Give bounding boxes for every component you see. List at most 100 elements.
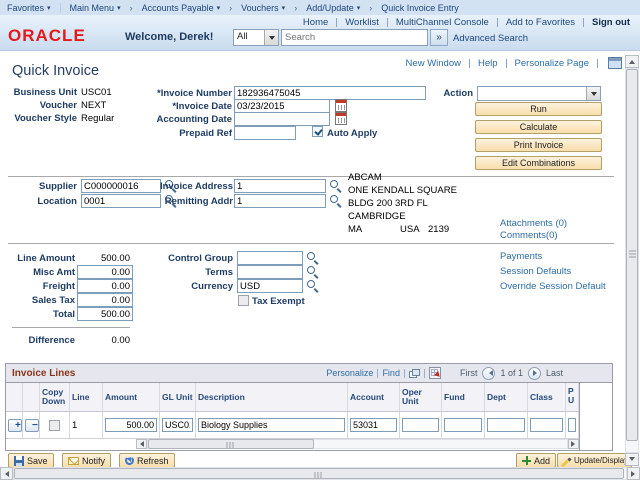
search-input[interactable]: [281, 29, 428, 46]
session-defaults-link[interactable]: Session Defaults: [500, 266, 571, 277]
amount-input[interactable]: [105, 418, 157, 432]
lookup-icon[interactable]: [306, 265, 319, 278]
view-all-icon[interactable]: [409, 369, 420, 378]
clipped-input[interactable]: [568, 418, 576, 432]
override-session-default-link[interactable]: Override Session Default: [500, 281, 606, 292]
multichannel-console-link[interactable]: MultiChannel Console: [396, 17, 489, 28]
lookup-icon[interactable]: [329, 179, 342, 192]
download-to-excel-icon[interactable]: [429, 367, 441, 379]
personalize-layout-icon[interactable]: [608, 57, 622, 69]
class-input[interactable]: [530, 418, 563, 432]
sales-tax-input[interactable]: [77, 293, 133, 307]
accounting-date-input[interactable]: [234, 112, 330, 126]
scroll-right-button[interactable]: [568, 439, 579, 449]
previous-page-icon[interactable]: [482, 367, 495, 380]
calculate-button[interactable]: Calculate: [475, 120, 602, 134]
section-divider: [8, 243, 614, 244]
edit-combinations-button[interactable]: Edit Combinations: [475, 156, 602, 170]
lookup-icon[interactable]: [306, 251, 319, 264]
search-scope-select[interactable]: All: [233, 29, 279, 46]
scroll-down-button[interactable]: [625, 453, 639, 466]
advanced-search-link[interactable]: Advanced Search: [453, 33, 528, 44]
notify-button[interactable]: Notify: [62, 453, 111, 468]
utility-links: Home Worklist MultiChannel Console Add t…: [303, 17, 630, 28]
pagination-count: 1 of 1: [500, 368, 523, 378]
pagination-first: First: [460, 368, 478, 378]
misc-amt-input[interactable]: [77, 265, 133, 279]
supplier-address-postal: 2139: [428, 224, 449, 235]
payments-link[interactable]: Payments: [500, 251, 542, 262]
run-button[interactable]: Run: [475, 102, 602, 116]
scroll-left-button[interactable]: [136, 439, 147, 449]
home-link[interactable]: Home: [303, 17, 328, 28]
remitting-addr-input[interactable]: [234, 194, 326, 208]
invoice-date-input[interactable]: [234, 99, 330, 113]
chevron-down-icon[interactable]: [264, 30, 278, 45]
action-select[interactable]: [477, 86, 601, 101]
lookup-icon[interactable]: [306, 279, 319, 292]
find-link[interactable]: Find: [382, 368, 400, 378]
gl-unit-input[interactable]: [162, 418, 193, 432]
sign-out-link[interactable]: Sign out: [592, 17, 630, 28]
calendar-icon[interactable]: [335, 112, 347, 125]
worklist-link[interactable]: Worklist: [345, 17, 379, 28]
difference-label: Difference: [15, 335, 75, 346]
scroll-left-button[interactable]: [0, 467, 13, 480]
column-header-gl-unit: GL Unit: [160, 383, 196, 411]
search-go-button[interactable]: »: [430, 29, 448, 46]
vertical-scrollbar-thumb[interactable]: [626, 69, 638, 441]
dept-input[interactable]: [487, 418, 525, 432]
prepaid-ref-input[interactable]: [234, 126, 296, 140]
new-window-link[interactable]: New Window: [406, 58, 461, 69]
invoice-address-input[interactable]: [234, 179, 326, 193]
divider: [12, 327, 130, 328]
terms-input[interactable]: [237, 265, 303, 279]
attachments-link[interactable]: Attachments (0): [500, 218, 567, 229]
chevron-down-icon: ▾: [117, 4, 121, 12]
currency-input[interactable]: [237, 279, 303, 293]
control-group-input[interactable]: [237, 251, 303, 265]
breadcrumb-add-update[interactable]: Add/Update ▾: [299, 3, 367, 13]
breadcrumb-vouchers[interactable]: Vouchers ▾: [234, 3, 292, 13]
add-to-favorites-link[interactable]: Add to Favorites: [506, 17, 575, 28]
tax-exempt-checkbox[interactable]: [238, 295, 249, 306]
calendar-icon[interactable]: [335, 99, 347, 112]
divider: [597, 59, 598, 68]
next-page-icon[interactable]: [528, 367, 541, 380]
welcome-text: Welcome, Derek!: [125, 31, 213, 43]
save-button[interactable]: Save: [8, 453, 54, 468]
breadcrumb-accounts-payable[interactable]: Accounts Payable ▾: [135, 3, 228, 13]
oper-unit-input[interactable]: [402, 418, 439, 432]
breadcrumb-main-menu[interactable]: Main Menu ▾: [63, 3, 128, 13]
chevron-down-icon[interactable]: [586, 87, 600, 100]
total-input[interactable]: [77, 307, 133, 321]
freight-input[interactable]: [77, 279, 133, 293]
comments-link[interactable]: Comments(0): [500, 230, 558, 241]
breadcrumb-label: Main Menu: [70, 3, 115, 13]
auto-apply-checkbox[interactable]: [312, 126, 323, 137]
print-invoice-button[interactable]: Print Invoice: [475, 138, 602, 152]
horizontal-scrollbar-thumb[interactable]: [14, 468, 624, 479]
account-input[interactable]: [350, 418, 397, 432]
row-cell: [40, 412, 70, 438]
breadcrumb-favorites-menu[interactable]: Favorites ▾: [0, 3, 58, 13]
add-button[interactable]: Add: [516, 453, 556, 468]
sales-tax-label: Sales Tax: [0, 295, 75, 306]
difference-value: 0.00: [70, 335, 130, 346]
grid-horizontal-scrollbar[interactable]: [6, 438, 579, 450]
scroll-right-button[interactable]: [627, 467, 640, 480]
personalize-link[interactable]: Personalize: [326, 368, 373, 378]
invoice-number-input[interactable]: [234, 86, 426, 100]
refresh-button[interactable]: Refresh: [119, 453, 175, 468]
copy-down-checkbox[interactable]: [49, 420, 60, 431]
help-link[interactable]: Help: [478, 58, 498, 69]
scrollbar-thumb[interactable]: [148, 439, 314, 449]
update-display-button[interactable]: Update/Display: [557, 453, 632, 468]
personalize-page-link[interactable]: Personalize Page: [515, 58, 589, 69]
scroll-up-button[interactable]: [625, 55, 639, 68]
delete-row-button[interactable]: −: [25, 419, 39, 432]
description-input[interactable]: [198, 418, 345, 432]
add-row-button[interactable]: +: [8, 419, 22, 432]
lookup-icon[interactable]: [329, 194, 342, 207]
fund-input[interactable]: [444, 418, 482, 432]
